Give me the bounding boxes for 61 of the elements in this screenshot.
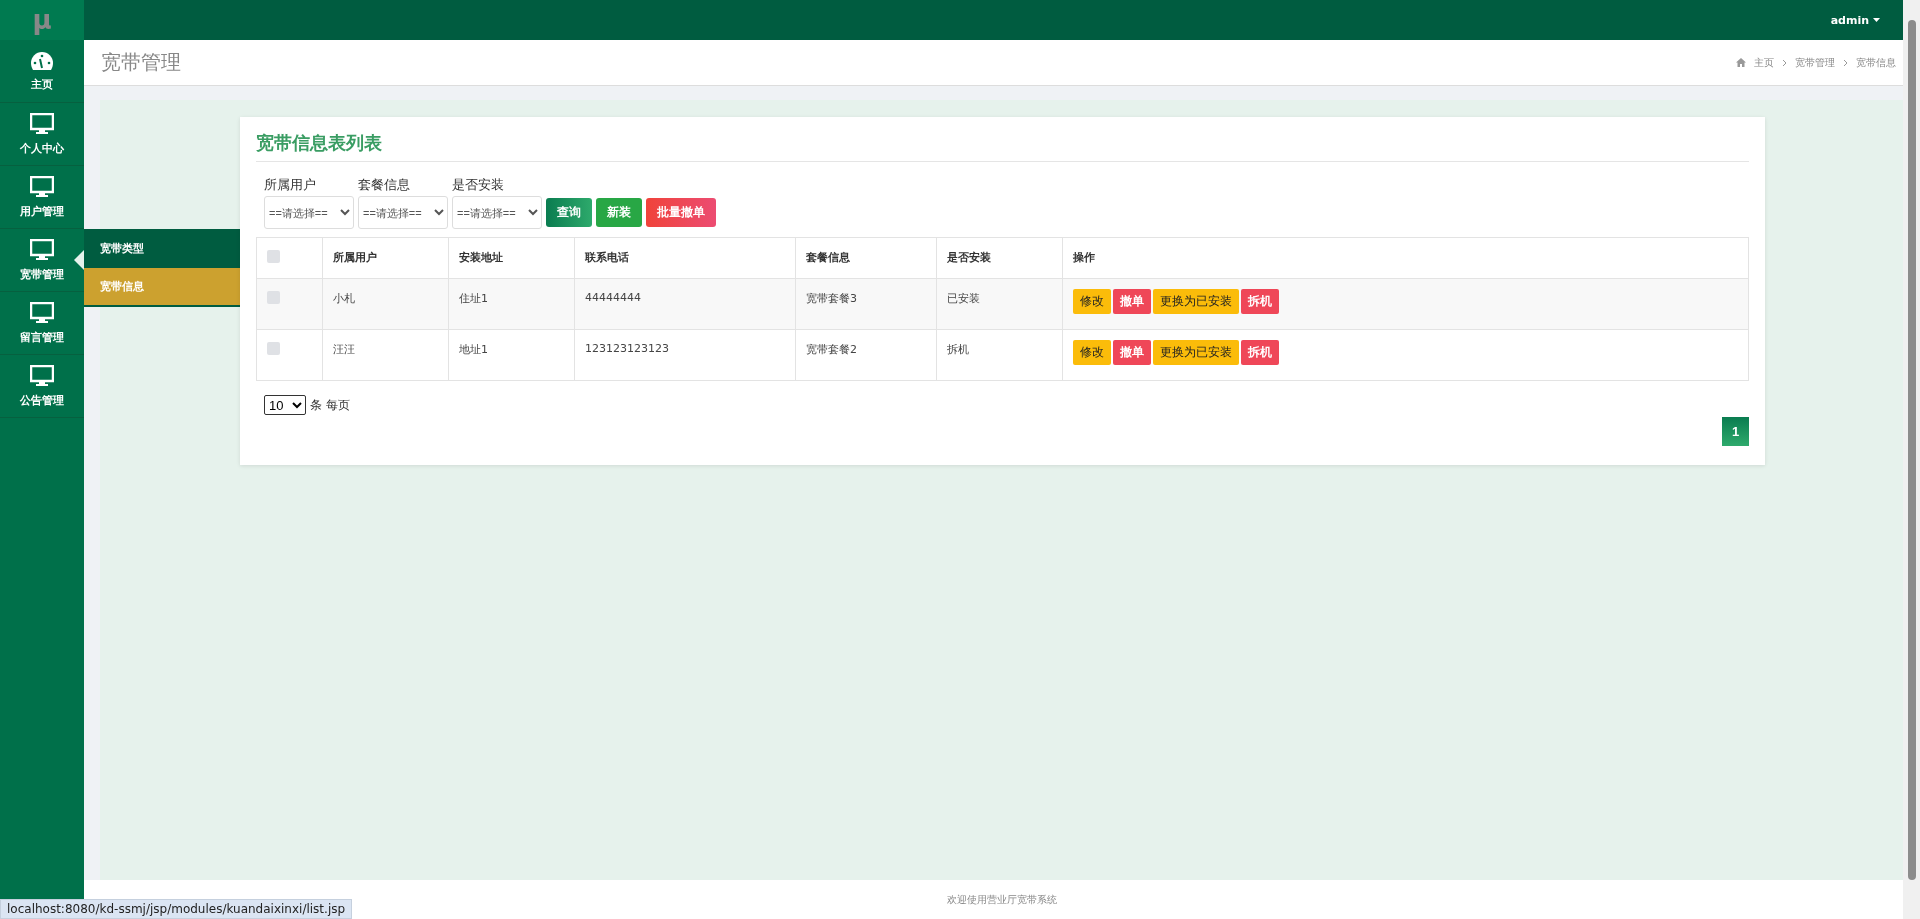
page-size-label: 条 每页 <box>310 396 350 414</box>
monitor-icon <box>30 175 54 198</box>
checkbox[interactable] <box>267 342 280 355</box>
home-icon <box>1736 58 1746 67</box>
add-button[interactable]: 新装 <box>596 198 642 227</box>
table-cell: 汪汪 <box>322 329 449 381</box>
chevron-icon <box>1843 58 1848 67</box>
status-url: localhost:8080/kd-ssmj/jsp/modules/kuandaixinxi/list.jsp <box>0 899 353 919</box>
logo: μ <box>0 0 84 40</box>
danger-button[interactable]: 撤单 <box>1113 289 1151 314</box>
card-title: 宽带信息表列表 <box>256 131 1749 162</box>
column-header: 所属用户 <box>322 237 449 279</box>
checkbox[interactable] <box>267 250 280 263</box>
danger-button[interactable]: 批量撤单 <box>646 198 716 227</box>
pointer-icon <box>74 250 84 270</box>
filter-select[interactable]: ==请选择== <box>358 196 448 229</box>
table-cell: 宽带套餐2 <box>795 329 937 381</box>
column-header: 安装地址 <box>448 237 575 279</box>
danger-button[interactable]: 撤单 <box>1113 340 1151 365</box>
submenu-item[interactable]: 宽带类型 <box>84 229 240 268</box>
filter-label: 套餐信息 <box>358 176 411 194</box>
search-button[interactable]: 查询 <box>546 198 592 227</box>
monitor-icon <box>30 364 54 387</box>
scrollbar[interactable] <box>1903 0 1920 919</box>
action-button[interactable]: 更换为已安装 <box>1153 340 1239 365</box>
breadcrumb-link[interactable]: 主页 <box>1754 55 1774 70</box>
breadcrumb-link[interactable]: 宽带信息 <box>1856 55 1896 70</box>
user-menu[interactable]: admin <box>1830 13 1880 27</box>
page-button[interactable]: 1 <box>1722 417 1749 446</box>
caret-icon <box>1873 18 1880 22</box>
table-cell: 小札 <box>322 278 449 330</box>
column-header: 是否安装 <box>936 237 1063 279</box>
table-cell: 拆机 <box>936 329 1063 381</box>
monitor-icon <box>30 112 54 135</box>
page-title: 宽带管理 <box>101 49 181 76</box>
chevron-icon <box>1782 58 1787 67</box>
monitor-icon <box>30 301 54 324</box>
footer-text: 欢迎使用营业厅宽带系统 <box>947 892 1057 907</box>
filter-select[interactable]: ==请选择== <box>264 196 354 229</box>
action-button[interactable]: 修改 <box>1073 289 1111 314</box>
filter-label: 是否安装 <box>452 176 505 194</box>
table-cell: 已安装 <box>936 278 1063 330</box>
page-size-select[interactable]: 10 <box>264 395 306 415</box>
table-cell: 44444444 <box>574 278 796 330</box>
breadcrumb-link[interactable]: 宽带管理 <box>1795 55 1835 70</box>
table-cell: 123123123123 <box>574 329 796 381</box>
danger-button[interactable]: 拆机 <box>1241 289 1279 314</box>
filter-select[interactable]: ==请选择== <box>452 196 542 229</box>
checkbox[interactable] <box>267 291 280 304</box>
table-cell: 地址1 <box>448 329 575 381</box>
action-button[interactable]: 修改 <box>1073 340 1111 365</box>
monitor-icon <box>30 238 54 261</box>
column-header: 联系电话 <box>574 237 796 279</box>
filter-label: 所属用户 <box>264 176 317 194</box>
danger-button[interactable]: 拆机 <box>1241 340 1279 365</box>
gauge-icon <box>30 50 54 71</box>
column-header: 操作 <box>1062 237 1749 279</box>
table-cell: 住址1 <box>448 278 575 330</box>
action-button[interactable]: 更换为已安装 <box>1153 289 1239 314</box>
column-header: 套餐信息 <box>795 237 937 279</box>
table-cell: 宽带套餐3 <box>795 278 937 330</box>
